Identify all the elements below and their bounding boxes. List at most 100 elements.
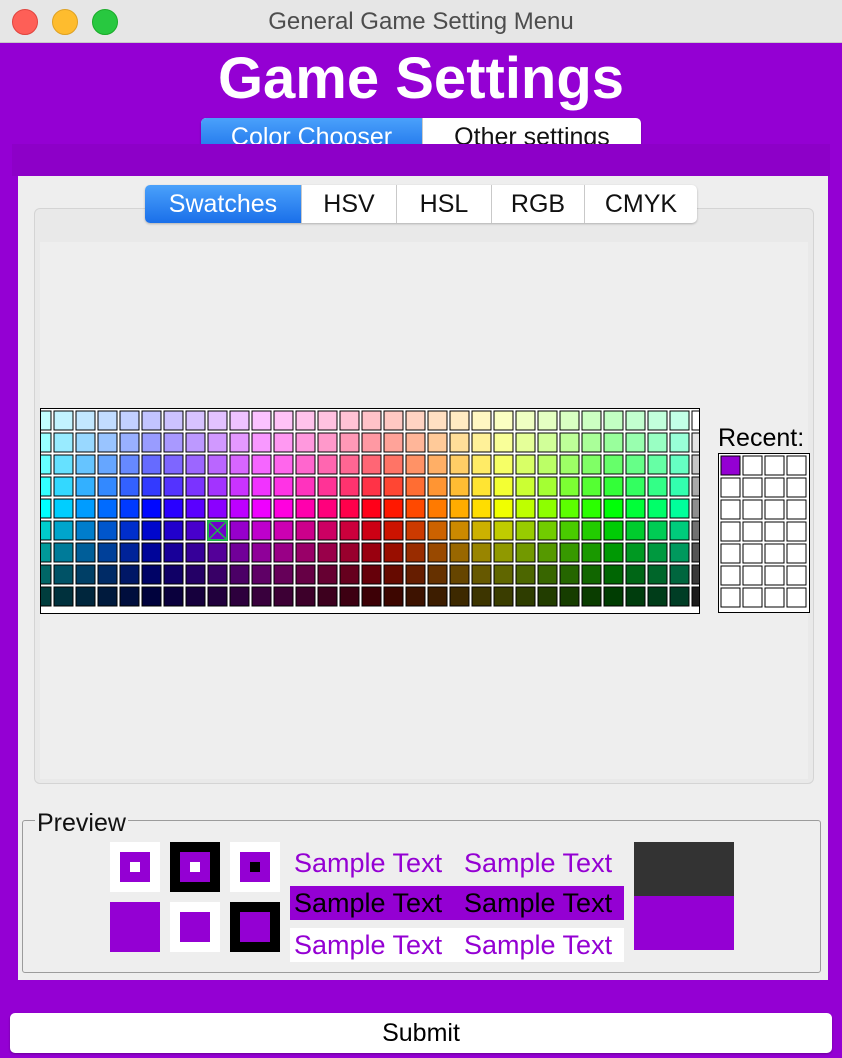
color-swatch[interactable] bbox=[647, 564, 668, 585]
color-swatch[interactable] bbox=[141, 454, 162, 475]
color-swatch[interactable] bbox=[559, 498, 580, 519]
color-swatch[interactable] bbox=[603, 498, 624, 519]
color-swatch[interactable] bbox=[537, 432, 558, 453]
color-swatch[interactable] bbox=[317, 586, 338, 607]
color-swatch[interactable] bbox=[603, 432, 624, 453]
color-swatch[interactable] bbox=[317, 520, 338, 541]
color-swatch[interactable] bbox=[273, 520, 294, 541]
color-swatch[interactable] bbox=[339, 476, 360, 497]
color-swatch[interactable] bbox=[97, 586, 118, 607]
color-swatch[interactable] bbox=[141, 410, 162, 431]
recent-swatch[interactable] bbox=[764, 587, 785, 608]
color-swatch[interactable] bbox=[229, 520, 250, 541]
recent-swatch[interactable] bbox=[720, 543, 741, 564]
color-swatch[interactable] bbox=[493, 410, 514, 431]
color-swatch[interactable] bbox=[449, 586, 470, 607]
recent-swatch[interactable] bbox=[764, 543, 785, 564]
color-swatch[interactable] bbox=[493, 476, 514, 497]
color-swatch[interactable] bbox=[383, 564, 404, 585]
color-swatch[interactable] bbox=[163, 476, 184, 497]
color-swatch[interactable] bbox=[53, 520, 74, 541]
color-swatch[interactable] bbox=[559, 586, 580, 607]
color-swatch[interactable] bbox=[537, 410, 558, 431]
color-swatch[interactable] bbox=[493, 586, 514, 607]
color-swatch[interactable] bbox=[603, 586, 624, 607]
color-swatch[interactable] bbox=[141, 432, 162, 453]
color-swatch[interactable] bbox=[383, 520, 404, 541]
color-swatch[interactable] bbox=[581, 432, 602, 453]
color-swatch[interactable] bbox=[691, 410, 712, 431]
color-swatch[interactable] bbox=[207, 432, 228, 453]
color-swatch[interactable] bbox=[273, 542, 294, 563]
recent-swatch[interactable] bbox=[742, 521, 763, 542]
color-swatch[interactable] bbox=[185, 520, 206, 541]
color-swatch[interactable] bbox=[647, 454, 668, 475]
recent-swatch[interactable] bbox=[742, 455, 763, 476]
color-swatch[interactable] bbox=[427, 410, 448, 431]
recent-swatch[interactable] bbox=[720, 521, 741, 542]
color-swatch[interactable] bbox=[669, 498, 690, 519]
color-swatch[interactable] bbox=[691, 542, 712, 563]
color-swatch[interactable] bbox=[383, 432, 404, 453]
color-swatch[interactable] bbox=[515, 410, 536, 431]
color-swatch[interactable] bbox=[75, 476, 96, 497]
color-swatch[interactable] bbox=[405, 542, 426, 563]
tab-cmyk[interactable]: CMYK bbox=[585, 185, 697, 223]
color-swatch[interactable] bbox=[207, 564, 228, 585]
recent-swatch[interactable] bbox=[720, 499, 741, 520]
color-swatch[interactable] bbox=[339, 586, 360, 607]
swatch-palette-grid[interactable] bbox=[31, 409, 712, 613]
color-swatch[interactable] bbox=[163, 564, 184, 585]
color-swatch[interactable] bbox=[229, 564, 250, 585]
color-swatch[interactable] bbox=[229, 586, 250, 607]
color-swatch[interactable] bbox=[185, 410, 206, 431]
recent-swatch[interactable] bbox=[742, 477, 763, 498]
color-swatch[interactable] bbox=[163, 498, 184, 519]
color-swatch[interactable] bbox=[97, 564, 118, 585]
color-swatch[interactable] bbox=[119, 564, 140, 585]
color-swatch[interactable] bbox=[405, 410, 426, 431]
color-swatch[interactable] bbox=[405, 498, 426, 519]
color-swatch[interactable] bbox=[75, 454, 96, 475]
color-swatch[interactable] bbox=[471, 432, 492, 453]
color-swatch[interactable] bbox=[427, 520, 448, 541]
color-swatch[interactable] bbox=[339, 454, 360, 475]
color-swatch[interactable] bbox=[251, 586, 272, 607]
color-swatch[interactable] bbox=[229, 542, 250, 563]
color-swatch[interactable] bbox=[515, 476, 536, 497]
color-swatch[interactable] bbox=[383, 454, 404, 475]
recent-swatch[interactable] bbox=[764, 565, 785, 586]
color-swatch[interactable] bbox=[31, 520, 52, 541]
color-swatch[interactable] bbox=[669, 586, 690, 607]
color-swatch[interactable] bbox=[449, 542, 470, 563]
color-swatch[interactable] bbox=[119, 586, 140, 607]
color-swatch[interactable] bbox=[251, 476, 272, 497]
color-swatch[interactable] bbox=[537, 586, 558, 607]
color-swatch[interactable] bbox=[53, 454, 74, 475]
color-swatch[interactable] bbox=[493, 432, 514, 453]
color-swatch[interactable] bbox=[141, 476, 162, 497]
color-swatch[interactable] bbox=[471, 476, 492, 497]
color-swatch[interactable] bbox=[185, 476, 206, 497]
color-swatch[interactable] bbox=[625, 410, 646, 431]
color-swatch[interactable] bbox=[647, 498, 668, 519]
color-swatch[interactable] bbox=[559, 432, 580, 453]
color-swatch[interactable] bbox=[185, 498, 206, 519]
tab-swatches[interactable]: Swatches bbox=[145, 185, 302, 223]
color-swatch[interactable] bbox=[405, 476, 426, 497]
color-swatch[interactable] bbox=[361, 410, 382, 431]
recent-swatch[interactable] bbox=[786, 587, 807, 608]
color-swatch[interactable] bbox=[31, 542, 52, 563]
color-swatch[interactable] bbox=[251, 498, 272, 519]
color-swatch[interactable] bbox=[119, 498, 140, 519]
color-swatch[interactable] bbox=[185, 454, 206, 475]
color-swatch[interactable] bbox=[317, 542, 338, 563]
color-swatch[interactable] bbox=[559, 564, 580, 585]
color-swatch[interactable] bbox=[97, 498, 118, 519]
color-swatch[interactable] bbox=[251, 410, 272, 431]
color-swatch[interactable] bbox=[75, 520, 96, 541]
color-swatch[interactable] bbox=[427, 586, 448, 607]
color-swatch[interactable] bbox=[141, 520, 162, 541]
color-swatch[interactable] bbox=[449, 476, 470, 497]
color-swatch[interactable] bbox=[317, 498, 338, 519]
